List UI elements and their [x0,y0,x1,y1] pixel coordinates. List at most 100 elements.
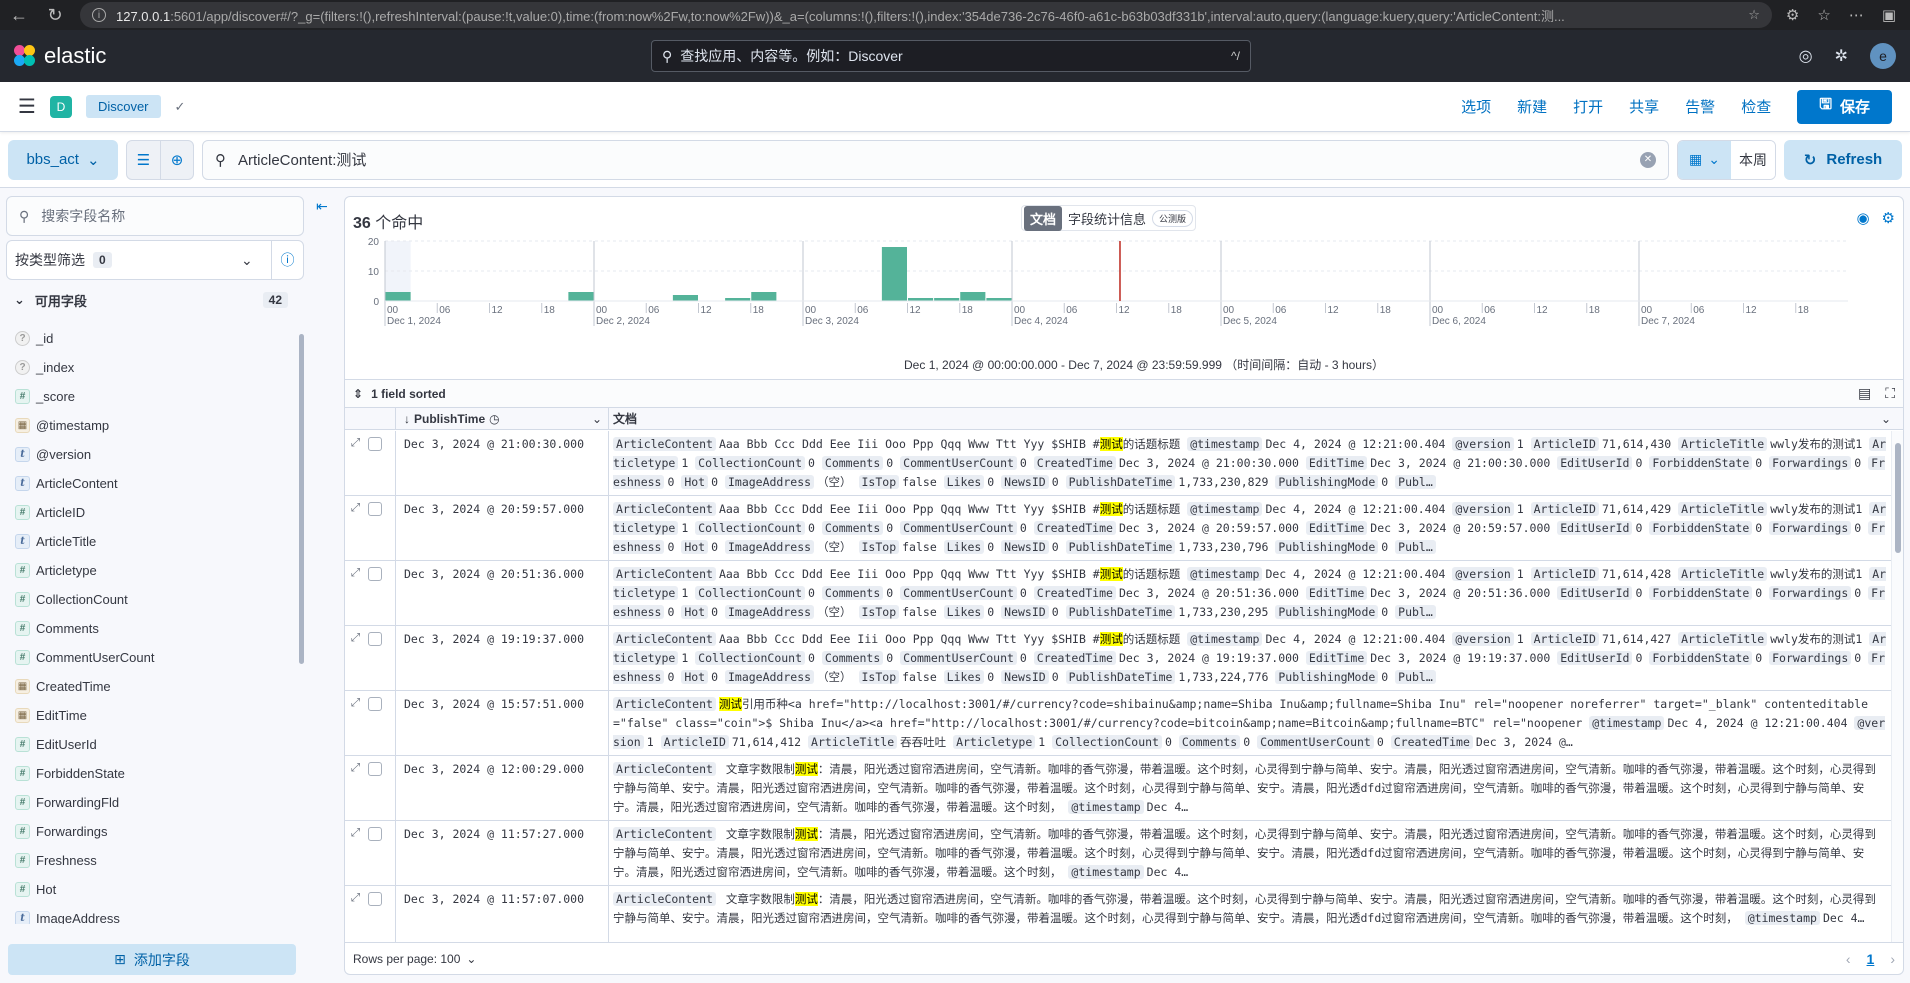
expand-row-icon[interactable]: ⤢ [351,697,360,710]
address-bar[interactable]: i 127.0.0.1:5601/app/discover#/?_g=(filt… [80,2,1772,28]
field-item[interactable]: t ImageAddress [6,904,292,924]
menu-alerts[interactable]: 告警 [1685,96,1715,117]
row-checkbox[interactable] [368,437,383,451]
site-info-icon[interactable]: i [92,8,106,22]
table-row[interactable]: ⤢ Dec 3, 2024 @ 11:57:27.000 ArticleConten… [345,821,1891,886]
chevron-down-icon[interactable]: ⌄ [466,952,476,966]
menu-options[interactable]: 选项 [1461,96,1491,117]
page-1[interactable]: 1 [1867,951,1875,967]
chevron-down-icon[interactable]: ⌄ [1881,412,1891,426]
row-checkbox[interactable] [368,892,383,906]
data-view-picker[interactable]: bbs_act ⌄ [8,139,118,180]
field-item[interactable]: ▦ @timestamp [6,411,292,440]
type-filter[interactable]: 按类型筛选 0 ⌄ ⓘ [6,240,304,280]
available-fields-header[interactable]: ⌄ 可用字段 42 [6,286,304,314]
row-checkbox[interactable] [368,762,383,776]
prev-page-icon[interactable]: ‹ [1846,951,1851,967]
menu-open[interactable]: 打开 [1573,96,1603,117]
field-item[interactable]: # EditUserId [6,730,292,759]
density-icon[interactable]: ▤ [1858,385,1871,402]
back-icon[interactable]: ← [8,5,30,26]
sort-status[interactable]: 1 field sorted [371,387,446,401]
add-filter-icon[interactable]: ⊕ [160,140,193,179]
expand-row-icon[interactable]: ⤢ [351,632,360,645]
field-item[interactable]: ? _id [6,324,292,353]
field-item[interactable]: # _score [6,382,292,411]
expand-row-icon[interactable]: ⤢ [351,762,360,775]
space-selector[interactable]: D [49,95,72,118]
bookmark-star-icon[interactable]: ☆ [1748,7,1760,23]
field-item[interactable]: # CommentUserCount [6,643,292,672]
menu-icon[interactable]: ☰ [18,94,36,119]
save-button[interactable]: 🖫 保存 [1797,89,1892,124]
chevron-down-icon[interactable]: ⌄ [241,252,271,269]
news-icon[interactable]: ✲ [1835,46,1848,66]
rows-per-page[interactable]: Rows per page: 100 [353,952,460,966]
table-row[interactable]: ⤢ Dec 3, 2024 @ 12:00:29.000 ArticleConten… [345,756,1891,821]
user-avatar[interactable]: e [1870,43,1896,69]
breadcrumb-discover[interactable]: Discover [85,95,161,118]
field-item[interactable]: # Articletype [6,556,292,585]
table-row[interactable]: ⤢ Dec 3, 2024 @ 21:00:30.000 ArticleConten… [345,431,1891,496]
add-field-button[interactable]: ⊞ 添加字段 [8,944,296,975]
field-item[interactable]: # Forwardings [6,817,292,846]
row-checkbox[interactable] [368,502,383,516]
field-item[interactable]: t @version [6,440,292,469]
menu-new[interactable]: 新建 [1517,96,1547,117]
next-page-icon[interactable]: › [1890,951,1895,967]
grid-scrollbar[interactable] [1891,431,1903,942]
refresh-button[interactable]: ↻ Refresh [1784,139,1902,180]
table-row[interactable]: ⤢ Dec 3, 2024 @ 19:19:37.000 ArticleConten… [345,626,1891,691]
tab-field-statistics[interactable]: 字段统计信息 [1068,209,1146,228]
field-item[interactable]: # ForbiddenState [6,759,292,788]
field-list-scrollbar[interactable] [299,334,304,664]
table-row[interactable]: ⤢ Dec 3, 2024 @ 15:57:51.000 ArticleConten… [345,691,1891,756]
ai-assistant-icon[interactable]: ◉ [1856,209,1869,227]
field-item[interactable]: t ArticleTitle [6,527,292,556]
field-item[interactable]: ▦ CreatedTime [6,672,292,701]
tab-documents[interactable]: 文档 [1024,205,1063,231]
clear-query-icon[interactable]: ✕ [1640,151,1656,168]
more-icon[interactable]: ⋯ [1849,6,1864,24]
row-checkbox[interactable] [368,697,383,711]
field-item[interactable]: # CollectionCount [6,585,292,614]
chevron-down-icon[interactable]: ⌄ [592,412,602,426]
menu-inspect[interactable]: 检查 [1741,96,1771,117]
expand-row-icon[interactable]: ⤢ [351,827,360,840]
quick-menu-button[interactable]: ▦ ⌄ [1678,140,1731,179]
filter-menu-icon[interactable]: ☰ [127,141,160,179]
date-range[interactable]: 本周 [1731,140,1775,179]
favorites-icon[interactable]: ☆ [1817,6,1830,24]
help-icon[interactable]: ◎ [1799,46,1813,66]
expand-row-icon[interactable]: ⤢ [351,437,360,450]
expand-row-icon[interactable]: ⤢ [351,502,360,515]
query-input[interactable]: ⚲ ArticleContent:测试 ✕ [202,139,1669,180]
field-item[interactable]: # ForwardingFld [6,788,292,817]
row-checkbox[interactable] [368,827,383,841]
chart-settings-icon[interactable]: ⚙ [1882,209,1895,227]
row-checkbox[interactable] [368,632,383,646]
collapse-sidebar-icon[interactable]: ⇤ [316,198,328,215]
field-item[interactable]: ? _index [6,353,292,382]
global-search-input[interactable]: ⚲ 查找应用、内容等。例如：Discover ^/ [651,40,1251,72]
fullscreen-icon[interactable]: ⛶ [1885,385,1895,402]
row-checkbox[interactable] [368,567,383,581]
extensions-icon[interactable]: ⚙ [1786,6,1799,24]
column-header-publishtime[interactable]: ↓ PublishTime ◷ ⌄ [396,408,609,429]
sidebar-toggle-icon[interactable]: ▣ [1882,6,1896,24]
field-item[interactable]: # Freshness [6,846,292,875]
sort-icon[interactable]: ⇕ [353,387,363,401]
field-item[interactable]: # Hot [6,875,292,904]
table-row[interactable]: ⤢ Dec 3, 2024 @ 20:51:36.000 ArticleConten… [345,561,1891,626]
reload-icon[interactable]: ↻ [44,5,66,26]
table-row[interactable]: ⤢ Dec 3, 2024 @ 11:57:07.000 ArticleConten… [345,886,1891,942]
field-search-input[interactable]: ⚲ 搜索字段名称 [6,196,304,236]
field-item[interactable]: t ArticleContent [6,469,292,498]
expand-row-icon[interactable]: ⤢ [351,567,360,580]
menu-share[interactable]: 共享 [1629,96,1659,117]
field-item[interactable]: # Comments [6,614,292,643]
info-icon[interactable]: ⓘ [271,241,303,279]
field-item[interactable]: ▦ EditTime [6,701,292,730]
expand-row-icon[interactable]: ⤢ [351,892,360,905]
field-item[interactable]: # ArticleID [6,498,292,527]
